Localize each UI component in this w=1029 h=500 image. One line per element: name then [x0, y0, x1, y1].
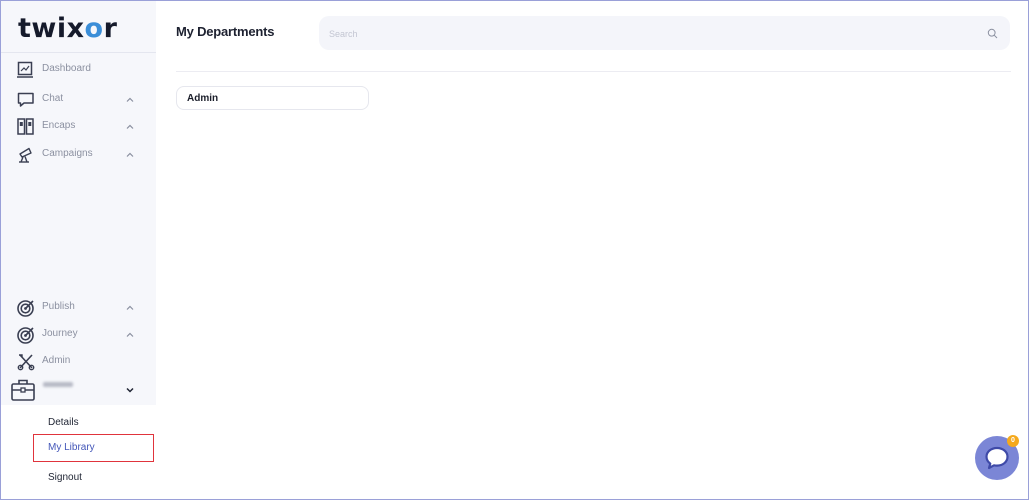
sidebar-item-label: Admin — [42, 355, 71, 366]
department-name: Admin — [187, 93, 219, 104]
sidebar-item-publish[interactable]: Publish — [1, 296, 156, 320]
target-icon — [17, 327, 34, 344]
search-bar — [319, 16, 1010, 52]
binders-icon — [17, 118, 34, 135]
chevron-up-icon[interactable] — [124, 94, 136, 106]
sidebar-item-dashboard[interactable]: Dashboard — [1, 58, 156, 82]
chevron-up-icon[interactable] — [124, 302, 136, 314]
department-card[interactable]: Admin — [176, 86, 369, 110]
chart-monitor-icon — [17, 61, 33, 78]
page-title: My Departments — [176, 24, 275, 39]
sidebar-item-label: Dashboard — [42, 63, 91, 74]
sidebar-item-journey[interactable]: Journey — [1, 323, 156, 347]
submenu-item-signout[interactable]: Signout — [33, 464, 153, 490]
sidebar-item-label: Campaigns — [42, 148, 93, 159]
sidebar-item-campaigns[interactable]: Campaigns — [1, 143, 156, 167]
chat-unread-badge: 0 — [1007, 435, 1019, 447]
target-icon — [17, 300, 34, 317]
logo-divider — [1, 52, 156, 53]
chevron-up-icon[interactable] — [124, 329, 136, 341]
brand-logo[interactable]: twixor — [18, 13, 117, 44]
chevron-up-icon[interactable] — [124, 149, 136, 161]
sidebar-item-chat[interactable]: Chat — [1, 88, 156, 112]
sidebar-item-encaps[interactable]: Encaps — [1, 115, 156, 139]
sidebar-item-department[interactable] — [1, 376, 156, 404]
header-divider — [176, 71, 1011, 72]
chat-bubble-icon — [985, 446, 1009, 470]
megaphone-icon — [19, 147, 32, 163]
sidebar: twixor Dashboard Chat Encaps Campaigns P… — [1, 1, 156, 498]
department-name-redacted — [43, 382, 73, 387]
chevron-down-icon[interactable] — [124, 384, 136, 396]
sidebar-item-label: Publish — [42, 301, 75, 312]
sidebar-item-label: Encaps — [42, 120, 76, 131]
submenu-item-label: Signout — [48, 472, 82, 483]
chevron-up-icon[interactable] — [124, 121, 136, 133]
submenu-item-my-library[interactable]: My Library — [33, 434, 154, 462]
sidebar-item-label: Journey — [42, 328, 78, 339]
submenu-item-details[interactable]: Details — [33, 409, 153, 435]
submenu-item-label: Details — [48, 417, 79, 428]
search-input[interactable] — [319, 16, 981, 52]
submenu-item-label: My Library — [48, 442, 95, 453]
sidebar-item-admin[interactable]: Admin — [1, 350, 156, 374]
tools-icon — [17, 354, 35, 371]
sidebar-item-label: Chat — [42, 93, 64, 104]
briefcase-icon — [11, 379, 35, 401]
chat-bubble-icon — [17, 92, 34, 107]
search-icon[interactable] — [987, 28, 998, 39]
